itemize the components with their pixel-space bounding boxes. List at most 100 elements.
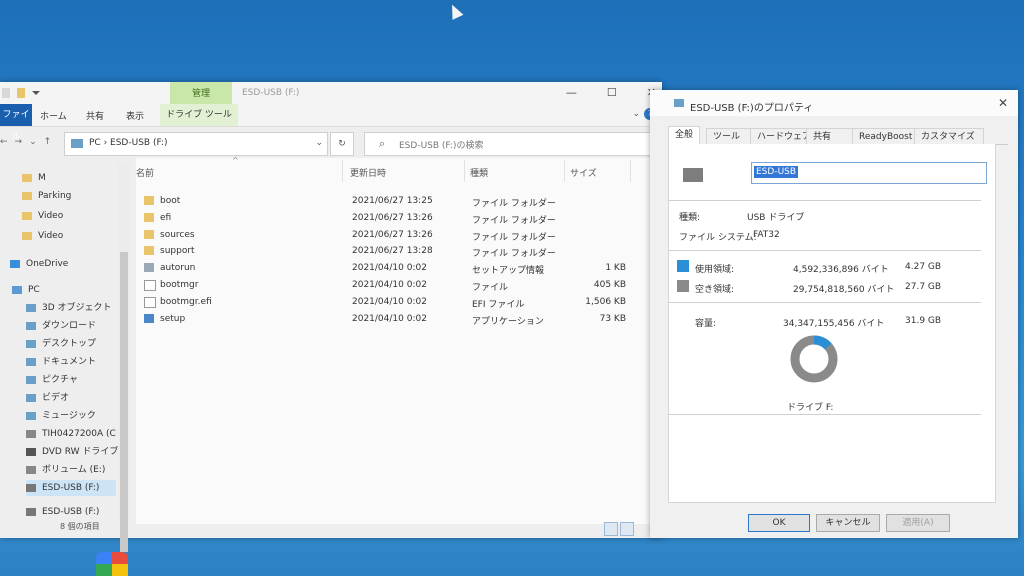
tab-drive-tools[interactable]: ドライブ ツール xyxy=(160,104,238,126)
documents-icon xyxy=(26,357,36,366)
sidebar-item[interactable]: ドキュメント xyxy=(26,354,96,370)
tab-home[interactable]: ホーム xyxy=(40,109,67,122)
download-icon xyxy=(26,321,36,330)
file-row[interactable]: support 2021/06/27 13:28 ファイル フォルダー xyxy=(136,244,656,260)
file-date: 2021/06/27 13:26 xyxy=(352,229,433,240)
sidebar-item[interactable]: TIH0427200A (C xyxy=(26,426,116,442)
column-header-date[interactable]: 更新日時 xyxy=(350,166,386,179)
file-name: efi xyxy=(160,212,172,223)
file-row[interactable]: sources 2021/06/27 13:26 ファイル フォルダー xyxy=(136,228,656,244)
tab-file[interactable]: ファイル xyxy=(0,104,32,142)
new-folder-icon[interactable] xyxy=(17,88,25,98)
close-icon[interactable]: ✕ xyxy=(998,96,1008,110)
free-space-bytes: 29,754,818,560 バイト xyxy=(793,285,895,295)
mouse-cursor xyxy=(446,2,464,20)
sidebar-item[interactable]: ESD-USB (F:) xyxy=(26,480,116,496)
file-row[interactable]: bootmgr 2021/04/10 0:02 ファイル 405 KB xyxy=(136,278,656,294)
column-divider[interactable] xyxy=(564,160,565,182)
qa-chevron-icon[interactable] xyxy=(32,91,40,95)
sidebar-item-label: TIH0427200A (C xyxy=(42,429,116,439)
usb-drive-icon xyxy=(26,483,36,492)
sidebar-item[interactable]: ボリューム (E:) xyxy=(26,462,105,478)
sidebar-item[interactable]: OneDrive xyxy=(10,256,68,272)
sidebar-item-label: ドキュメント xyxy=(42,357,97,367)
separator xyxy=(669,250,981,251)
sidebar-item[interactable]: DVD RW ドライブ xyxy=(26,444,118,460)
sidebar-item[interactable]: ビデオ xyxy=(26,390,69,406)
file-type: ファイル フォルダー xyxy=(472,199,556,209)
ribbon-expand-icon[interactable]: ⌄ xyxy=(632,109,640,119)
file-row[interactable]: bootmgr.efi 2021/04/10 0:02 EFI ファイル 1,506 … xyxy=(136,295,656,311)
refresh-button[interactable]: ↻ xyxy=(330,132,354,156)
separator xyxy=(669,414,981,415)
file-size: 73 KB xyxy=(599,313,626,324)
ok-button[interactable]: OK xyxy=(748,514,810,532)
maximize-icon[interactable]: ☐ xyxy=(607,86,617,99)
file-row[interactable]: setup 2021/04/10 0:02 アプリケーション 73 KB xyxy=(136,312,656,328)
column-divider[interactable] xyxy=(342,160,343,182)
column-header-name[interactable]: 名前 xyxy=(136,166,154,179)
cancel-button[interactable]: キャンセル xyxy=(816,514,880,532)
search-box[interactable]: ⌕ ESD-USB (F:)の検索 xyxy=(364,132,654,156)
apply-button[interactable]: 適用(A) xyxy=(886,514,950,532)
properties-dialog: ESD-USB (F:)のプロパティ ✕ 全般 ツール ハードウェア 共有 Re… xyxy=(650,90,1018,538)
column-header-type[interactable]: 種類 xyxy=(470,166,488,179)
app-icon xyxy=(144,313,154,323)
capacity-label: 容量: xyxy=(695,319,717,329)
forward-icon[interactable]: → xyxy=(15,137,23,147)
properties-icon[interactable] xyxy=(2,88,10,98)
column-divider[interactable] xyxy=(630,160,631,182)
navigation-pane-scrollbar[interactable] xyxy=(118,162,130,552)
dvd-icon xyxy=(26,447,36,456)
dialog-tabs: 全般 ツール ハードウェア 共有 ReadyBoost カスタマイズ xyxy=(668,126,1008,145)
file-size: 1,506 KB xyxy=(585,296,626,307)
large-icons-view-icon[interactable] xyxy=(620,522,634,536)
sidebar-item-label: ESD-USB (F:) xyxy=(42,483,100,493)
details-view-icon[interactable] xyxy=(604,522,618,536)
tab-view[interactable]: 表示 xyxy=(126,109,144,122)
file-row[interactable]: efi 2021/06/27 13:26 ファイル フォルダー xyxy=(136,211,656,227)
tab-customize[interactable]: カスタマイズ xyxy=(914,128,984,145)
sidebar-item[interactable]: Video xyxy=(22,208,63,224)
address-bar[interactable]: PC › ESD-USB (F:) ⌄ xyxy=(64,132,328,156)
tab-share[interactable]: 共有 xyxy=(86,109,104,122)
sidebar-item[interactable]: デスクトップ xyxy=(26,336,96,352)
breadcrumb[interactable]: PC › ESD-USB (F:) xyxy=(89,138,167,148)
up-icon[interactable]: ↑ xyxy=(44,137,52,147)
sidebar-item[interactable]: 3D オブジェクト xyxy=(26,300,112,316)
sidebar-item-label: ボリューム (E:) xyxy=(42,465,106,475)
pc-icon xyxy=(71,139,83,148)
drive-name-field[interactable]: ESD-USB xyxy=(751,162,987,184)
sidebar-item[interactable]: Video xyxy=(22,228,63,244)
recent-dropdown-icon[interactable]: ⌄ xyxy=(29,137,37,147)
filesystem-value: FAT32 xyxy=(753,230,780,240)
minimize-icon[interactable]: — xyxy=(566,86,577,99)
sidebar-item[interactable]: ダウンロード xyxy=(26,318,96,334)
drive-icon xyxy=(26,429,36,438)
sidebar-item[interactable]: ピクチャ xyxy=(26,372,78,388)
column-header-size[interactable]: サイズ xyxy=(570,166,597,179)
pc-icon xyxy=(12,285,22,294)
navigation-pane: M Parking Video Video OneDrive PC 3D オブジェクトダウン… xyxy=(0,160,134,522)
cloud-icon xyxy=(10,259,20,268)
sidebar-item[interactable]: M xyxy=(22,170,46,186)
back-icon[interactable]: ← xyxy=(0,137,8,147)
sidebar-item[interactable]: ESD-USB (F:) xyxy=(26,504,99,520)
address-dropdown-icon[interactable]: ⌄ xyxy=(315,138,323,148)
sidebar-item[interactable]: PC xyxy=(12,282,40,298)
folder-icon xyxy=(144,229,154,239)
used-space-swatch xyxy=(677,260,689,272)
file-row[interactable]: autorun 2021/04/10 0:02 セットアップ情報 1 KB xyxy=(136,261,656,277)
file-row[interactable]: boot 2021/06/27 13:25 ファイル フォルダー xyxy=(136,194,656,210)
windows-logo-icon[interactable] xyxy=(96,552,128,576)
file-name: bootmgr xyxy=(160,280,199,290)
tab-general[interactable]: 全般 xyxy=(668,126,701,145)
column-divider[interactable] xyxy=(464,160,465,182)
music-icon xyxy=(26,411,36,420)
sidebar-item[interactable]: ミュージック xyxy=(26,408,96,424)
file-date: 2021/04/10 0:02 xyxy=(352,280,427,290)
tab-manage[interactable]: 管理 xyxy=(170,82,232,104)
sidebar-item[interactable]: Parking xyxy=(22,188,71,204)
sidebar-item-label: ダウンロード xyxy=(42,321,97,331)
scrollbar-thumb[interactable] xyxy=(120,252,128,552)
